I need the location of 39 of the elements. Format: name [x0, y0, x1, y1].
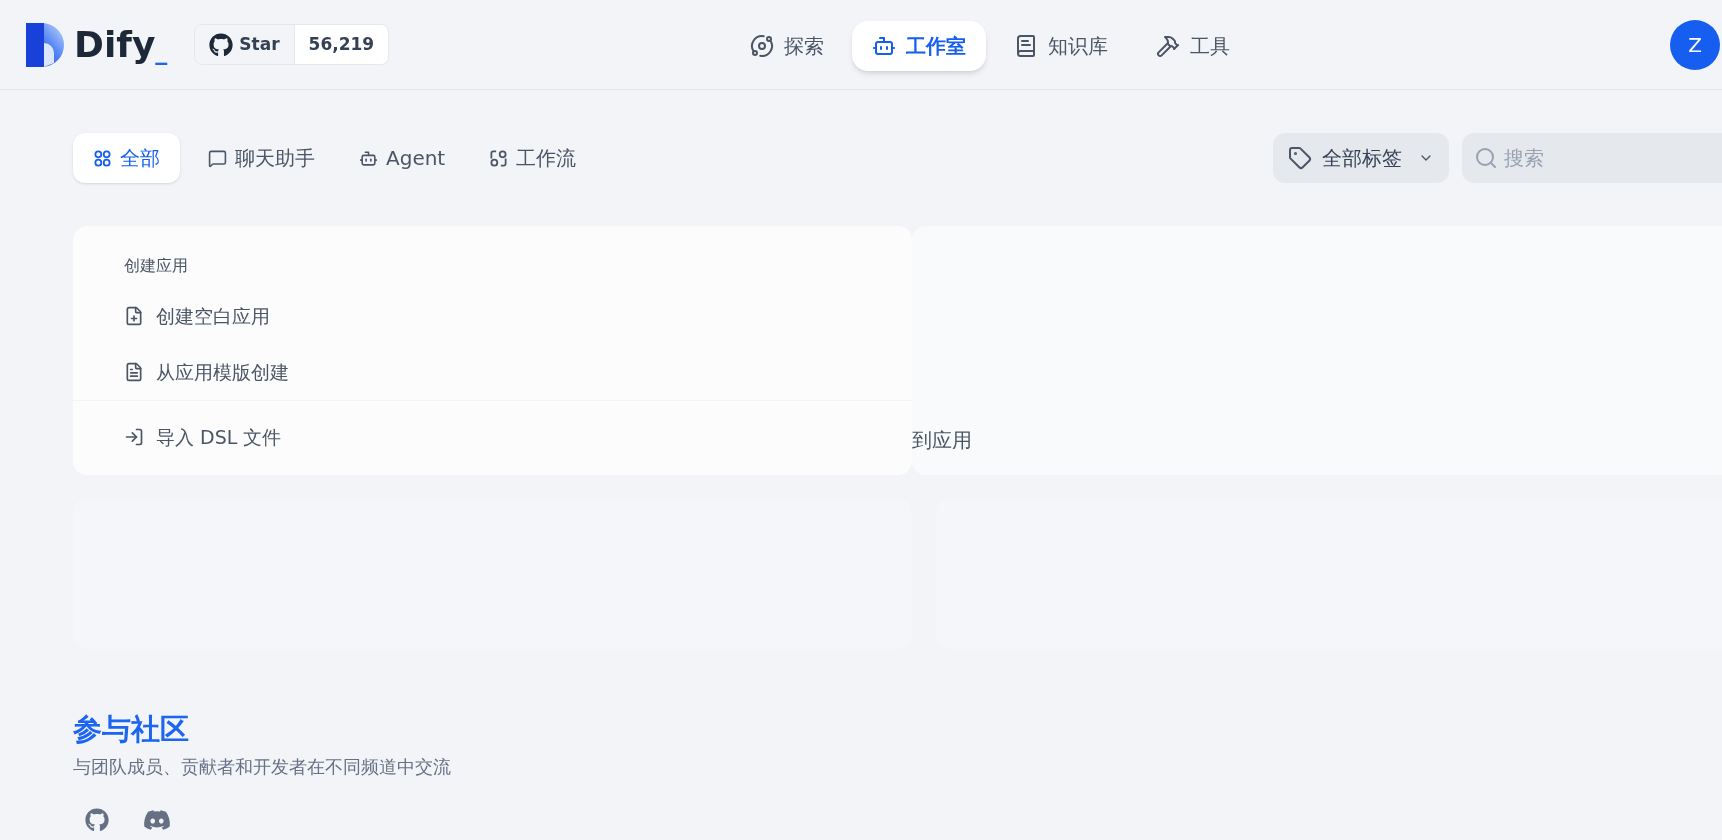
nav-tab[interactable]: 知识库: [994, 21, 1128, 71]
filter-tab[interactable]: Agent: [343, 133, 462, 183]
tag-icon: [1288, 146, 1312, 170]
file-plus-icon: [124, 306, 144, 326]
nav-tab[interactable]: 探索: [730, 21, 844, 71]
robot-icon: [872, 34, 896, 58]
filter-tab[interactable]: 工作流: [473, 133, 593, 183]
four-circles-icon: [93, 148, 112, 168]
create-option[interactable]: 创建空白应用: [124, 296, 270, 336]
filter-tab[interactable]: 聊天助手: [192, 133, 331, 183]
import-icon: [124, 427, 144, 447]
github-star-button[interactable]: Star 56,219: [194, 24, 390, 65]
search-field[interactable]: 搜索: [1462, 133, 1722, 183]
star-label: Star: [239, 32, 280, 56]
nav-tab[interactable]: 工具: [1136, 21, 1250, 71]
community-title: 参与社区: [73, 711, 190, 748]
create-option[interactable]: 导入 DSL 文件: [124, 417, 282, 457]
star-count: 56,219: [293, 25, 389, 64]
github-icon: [209, 32, 234, 57]
tag-filter-dropdown[interactable]: 全部标签: [1273, 133, 1449, 183]
user-avatar[interactable]: Z: [1670, 19, 1720, 70]
logo-text: Dify: [74, 26, 156, 63]
nav-tab[interactable]: 工作室: [852, 21, 986, 71]
chat-icon: [208, 148, 227, 168]
community-subtitle: 与团队成员、贡献者和开发者在不同频道中交流: [73, 755, 452, 780]
book-icon: [1014, 34, 1038, 58]
logo-cursor: _: [155, 38, 168, 63]
card-title: 创建应用: [123, 255, 189, 277]
document-icon: [124, 362, 144, 382]
planet-icon: [750, 34, 774, 58]
card-text: 到应用: [912, 427, 972, 454]
create-option[interactable]: 从应用模版创建: [124, 352, 289, 392]
github-icon[interactable]: [85, 808, 109, 833]
workflow-icon: [489, 148, 509, 168]
logo-icon: [26, 22, 64, 67]
search-icon: [1474, 146, 1498, 170]
robot-icon: [359, 148, 378, 168]
hammer-icon: [1156, 34, 1180, 58]
filter-tab[interactable]: 全部: [73, 133, 180, 183]
